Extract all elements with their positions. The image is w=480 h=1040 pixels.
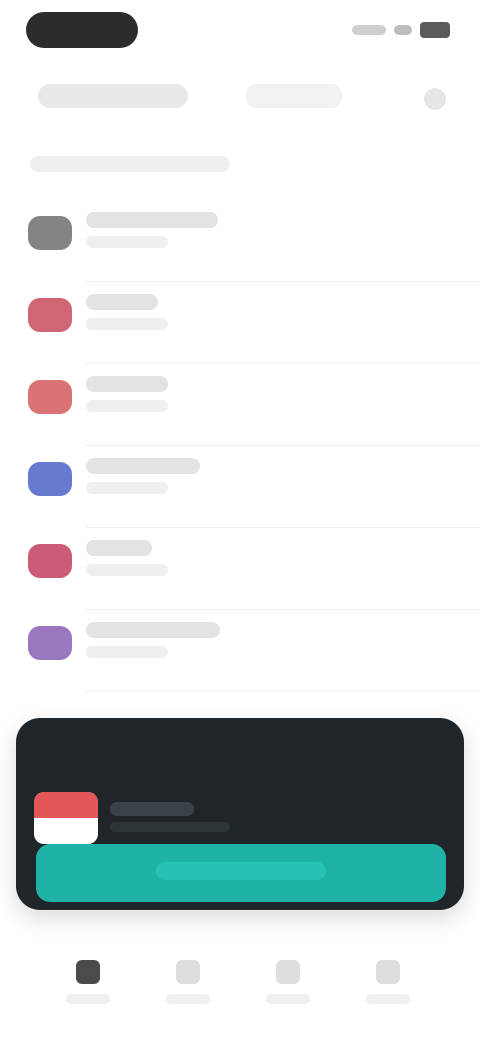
nav-item-profile[interactable] [356, 960, 420, 1020]
mini-player[interactable] [16, 718, 464, 910]
album-art-stripe [34, 792, 98, 818]
tab-active[interactable] [38, 84, 188, 108]
wifi-icon [394, 25, 412, 35]
library-icon [276, 960, 300, 984]
nav-item-library[interactable] [256, 960, 320, 1020]
home-icon [76, 960, 100, 984]
top-tabs [0, 72, 480, 124]
divider [20, 910, 460, 911]
item-subtitle [86, 400, 168, 412]
nav-item-label [66, 994, 110, 1004]
item-subtitle [86, 482, 168, 494]
item-title [86, 540, 152, 556]
item-badge-icon [28, 626, 72, 660]
bottom-nav [0, 930, 480, 1040]
item-subtitle [86, 236, 168, 248]
item-badge-icon [28, 544, 72, 578]
list-item[interactable] [0, 528, 480, 610]
list-item[interactable] [0, 200, 480, 282]
nav-item-home[interactable] [56, 960, 120, 1020]
item-title [86, 622, 220, 638]
status-bar [0, 0, 480, 64]
list-item[interactable] [0, 364, 480, 446]
item-subtitle [86, 646, 168, 658]
item-badge-icon [28, 298, 72, 332]
nav-item-label [366, 994, 410, 1004]
item-badge-icon [28, 216, 72, 250]
item-title [86, 376, 168, 392]
album-art [34, 792, 98, 844]
nav-item-label [166, 994, 210, 1004]
time-pill [26, 12, 138, 48]
browse-icon [176, 960, 200, 984]
list-item[interactable] [0, 446, 480, 528]
search-icon[interactable] [424, 88, 446, 110]
item-title [86, 458, 200, 474]
item-title [86, 294, 158, 310]
profile-icon [376, 960, 400, 984]
row-divider [86, 691, 480, 692]
item-subtitle [86, 318, 168, 330]
nav-item-label [266, 994, 310, 1004]
nav-item-browse[interactable] [156, 960, 220, 1020]
list-item[interactable] [0, 282, 480, 364]
signal-icon [352, 25, 386, 35]
tab-inactive[interactable] [246, 84, 342, 108]
battery-icon [420, 22, 450, 38]
player-cta-button[interactable] [36, 844, 446, 902]
item-title [86, 212, 218, 228]
app-screen [0, 0, 480, 1040]
player-cta-label-pill [156, 862, 326, 880]
player-title [110, 802, 194, 816]
item-subtitle [86, 564, 168, 576]
player-subtitle [110, 822, 230, 832]
section-label [30, 156, 230, 172]
item-badge-icon [28, 462, 72, 496]
item-badge-icon [28, 380, 72, 414]
status-icons [352, 22, 450, 38]
list-item[interactable] [0, 610, 480, 692]
